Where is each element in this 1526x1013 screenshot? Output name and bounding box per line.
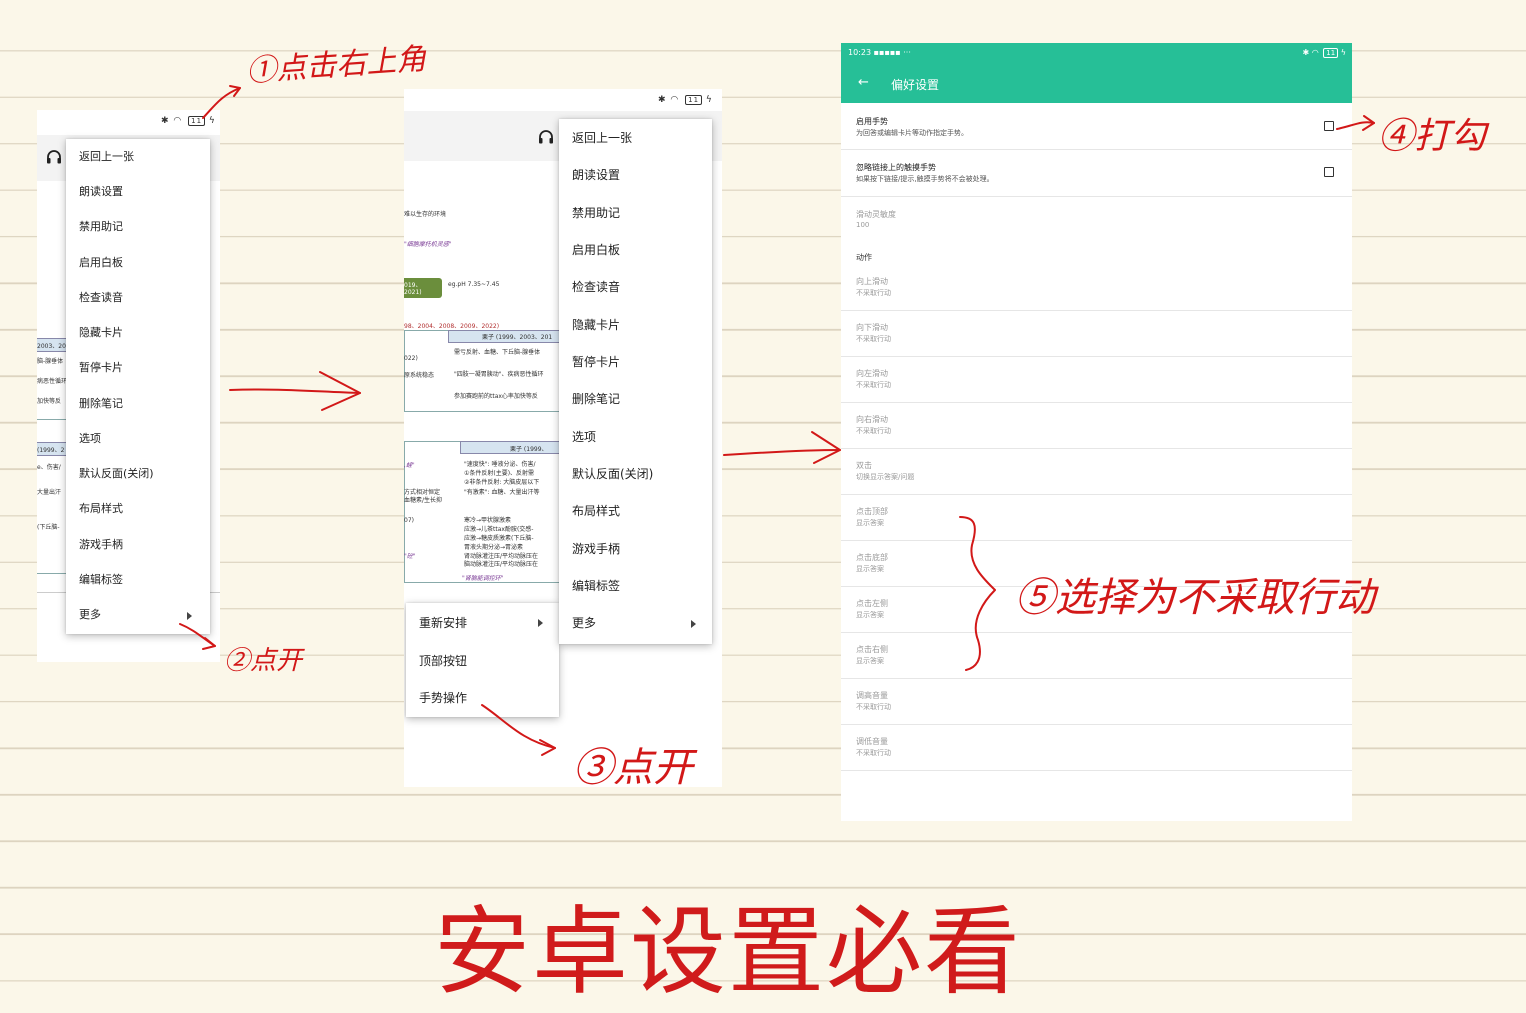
annotation-step-5: ⑤选择为不采取行动 xyxy=(1015,575,1375,621)
annotation-step-3: ③点开 xyxy=(573,745,693,791)
annotation-step-2: ②点开 xyxy=(224,646,303,676)
annotation-strokes xyxy=(179,85,1375,756)
annotation-step-4: ④打勾 xyxy=(1378,116,1487,157)
page-title-banner: 安卓设置必看 xyxy=(434,896,1022,1008)
